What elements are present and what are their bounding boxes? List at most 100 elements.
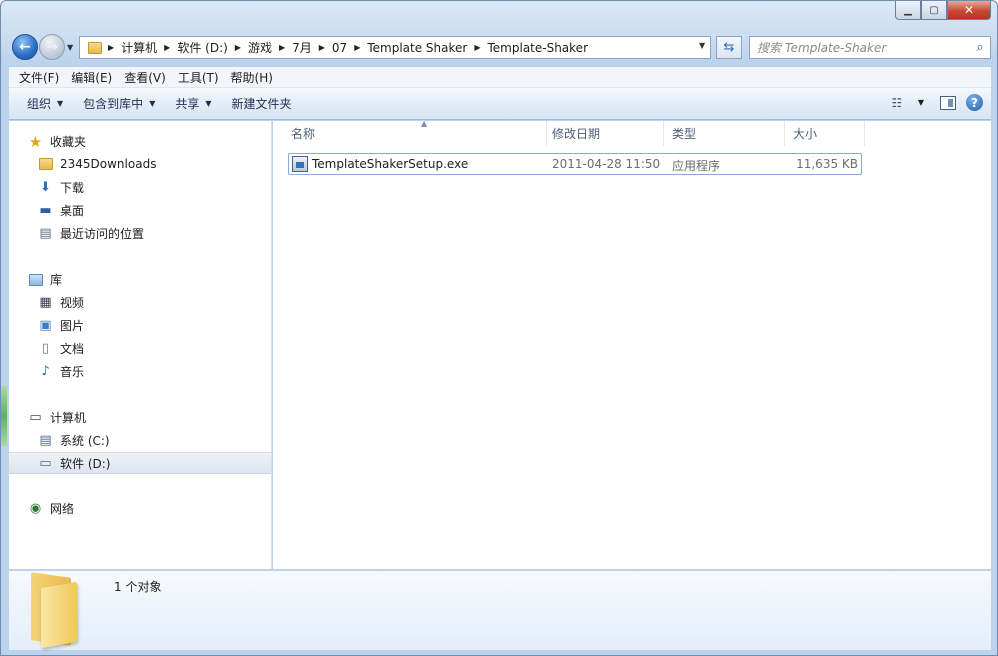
arrow-right-icon: → [46, 39, 58, 55]
nav-favorites[interactable]: ★ 收藏夹 [9, 131, 271, 152]
menu-tools[interactable]: 工具(T) [172, 69, 225, 86]
view-controls: ☷ ▼ ? [882, 94, 983, 111]
command-bar: 组织 ▼ 包含到库中 ▼ 共享 ▼ 新建文件夹 ☷ ▼ ? [9, 88, 991, 120]
maximize-button[interactable]: ▢ [921, 1, 947, 20]
search-box[interactable]: 搜索 Template-Shaker ⌕ [749, 36, 991, 59]
address-dropdown-icon[interactable]: ▼ [699, 41, 705, 50]
video-icon: ▦ [39, 294, 52, 310]
folder-icon [86, 40, 103, 56]
close-button[interactable]: ✕ [947, 1, 991, 20]
drive-icon: ▭ [39, 455, 52, 471]
file-list: 名称 ▲ 修改日期 类型 大小 TemplateShakerSetup.exe … [273, 119, 991, 569]
chevron-right-icon[interactable]: ▶ [232, 43, 244, 52]
file-type: 应用程序 [672, 159, 721, 173]
chevron-right-icon[interactable]: ▶ [471, 43, 483, 52]
computer-icon: ▭ [29, 410, 42, 425]
breadcrumb-item[interactable]: Template Shaker ▶ [363, 41, 483, 55]
menu-bar: 文件(F) 编辑(E) 查看(V) 工具(T) 帮助(H) [9, 67, 991, 88]
recent-pages-dropdown[interactable]: ▼ [67, 43, 73, 52]
nav-item-label: 音乐 [60, 364, 85, 379]
caret-down-icon: ▼ [149, 99, 156, 108]
breadcrumb-item[interactable]: 游戏 ▶ [244, 39, 288, 56]
column-header-size[interactable]: 大小 [785, 121, 865, 146]
folder-icon [31, 572, 79, 649]
nav-item-recent-places[interactable]: ▤ 最近访问的位置 [9, 222, 271, 244]
refresh-button[interactable]: ⇆ [716, 36, 742, 59]
star-icon: ★ [28, 132, 43, 151]
column-header-label: 类型 [672, 127, 697, 141]
table-row[interactable]: TemplateShakerSetup.exe 2011-04-28 11:50… [288, 153, 862, 175]
desktop-icon: ▬ [39, 202, 52, 218]
include-library-label: 包含到库中 [83, 97, 144, 111]
minimize-button[interactable]: ▁ [895, 1, 921, 20]
folder-icon [37, 156, 54, 172]
breadcrumb-item[interactable]: 07 ▶ [328, 41, 363, 55]
recent-places-icon: ▤ [39, 225, 52, 241]
nav-item-desktop[interactable]: ▬ 桌面 [9, 199, 271, 221]
share-button[interactable]: 共享 ▼ [167, 95, 219, 112]
nav-item-videos[interactable]: ▦ 视频 [9, 291, 271, 313]
file-modified: 2011-04-28 11:50 [552, 157, 661, 171]
preview-pane-icon[interactable] [940, 95, 956, 110]
library-icon [27, 272, 44, 288]
nav-favorites-label: 收藏夹 [50, 135, 87, 149]
chevron-right-icon[interactable]: ▶ [105, 43, 117, 52]
nav-libraries-label: 库 [50, 273, 63, 287]
address-bar[interactable]: ▶ 计算机 ▶ 软件 (D:) ▶ 游戏 ▶ 7月 ▶ 07 ▶ Template Sha… [79, 36, 711, 59]
nav-libraries[interactable]: 库 [9, 269, 271, 290]
menu-file[interactable]: 文件(F) [13, 69, 65, 86]
organize-button[interactable]: 组织 ▼ [19, 95, 71, 112]
nav-item-drive-c[interactable]: ▤ 系统 (C:) [9, 429, 271, 451]
caption-buttons: ▁ ▢ ✕ [895, 1, 991, 20]
picture-icon: ▣ [39, 317, 52, 333]
new-folder-label: 新建文件夹 [231, 97, 292, 111]
file-name: TemplateShakerSetup.exe [312, 157, 469, 171]
column-header-name[interactable]: 名称 ▲ [283, 119, 547, 146]
column-header-type[interactable]: 类型 [664, 121, 785, 146]
view-options-icon[interactable]: ☷ [882, 96, 912, 110]
help-icon[interactable]: ? [966, 94, 983, 111]
application-icon [292, 156, 308, 175]
breadcrumb-item[interactable]: 7月 ▶ [288, 39, 328, 56]
document-icon: ▯ [41, 340, 50, 356]
breadcrumb-item[interactable]: 计算机 ▶ [117, 39, 173, 56]
nav-item-documents[interactable]: ▯ 文档 [9, 337, 271, 359]
nav-item-label: 文档 [60, 341, 85, 356]
include-in-library-button[interactable]: 包含到库中 ▼ [75, 95, 163, 112]
column-header-modified[interactable]: 修改日期 [544, 121, 664, 146]
network-icon: ◉ [29, 501, 42, 516]
sort-ascending-icon: ▲ [421, 119, 428, 128]
nav-item-downloads[interactable]: ⬇ 下载 [9, 176, 271, 198]
caret-down-icon: ▼ [57, 99, 64, 108]
forward-button[interactable]: → [39, 34, 65, 60]
search-icon[interactable]: ⌕ [970, 40, 990, 55]
nav-item-2345downloads[interactable]: 2345Downloads [9, 153, 271, 175]
breadcrumb-item-current[interactable]: Template-Shaker [484, 41, 593, 55]
navigation-bar: ← → ▼ ▶ 计算机 ▶ 软件 (D:) ▶ 游戏 ▶ 7月 ▶ 07 ▶ Templa… [9, 32, 991, 62]
column-header-label: 名称 [291, 127, 316, 141]
nav-item-pictures[interactable]: ▣ 图片 [9, 314, 271, 336]
column-header-label: 大小 [793, 127, 818, 141]
glass-edge [1, 386, 7, 446]
nav-item-label: 软件 (D:) [60, 456, 111, 471]
nav-network[interactable]: ◉ 网络 [9, 498, 271, 519]
nav-item-label: 2345Downloads [60, 157, 157, 171]
chevron-right-icon[interactable]: ▶ [351, 43, 363, 52]
menu-help[interactable]: 帮助(H) [225, 69, 279, 86]
chevron-right-icon[interactable]: ▶ [276, 43, 288, 52]
nav-item-label: 系统 (C:) [60, 433, 110, 448]
arrow-left-icon: ← [19, 39, 31, 55]
breadcrumb-item[interactable]: 软件 (D:) ▶ [173, 39, 244, 56]
nav-computer[interactable]: ▭ 计算机 [9, 407, 271, 428]
new-folder-button[interactable]: 新建文件夹 [224, 95, 300, 112]
nav-network-label: 网络 [50, 502, 75, 516]
chevron-right-icon[interactable]: ▶ [316, 43, 328, 52]
nav-item-music[interactable]: ♪ 音乐 [9, 360, 271, 382]
chevron-right-icon[interactable]: ▶ [161, 43, 173, 52]
caret-down-icon[interactable]: ▼ [918, 98, 924, 107]
nav-item-drive-d[interactable]: ▭ 软件 (D:) [9, 452, 271, 474]
menu-edit[interactable]: 编辑(E) [65, 69, 118, 86]
menu-view[interactable]: 查看(V) [118, 69, 172, 86]
back-button[interactable]: ← [12, 34, 38, 60]
search-input[interactable]: 搜索 Template-Shaker [757, 39, 970, 56]
